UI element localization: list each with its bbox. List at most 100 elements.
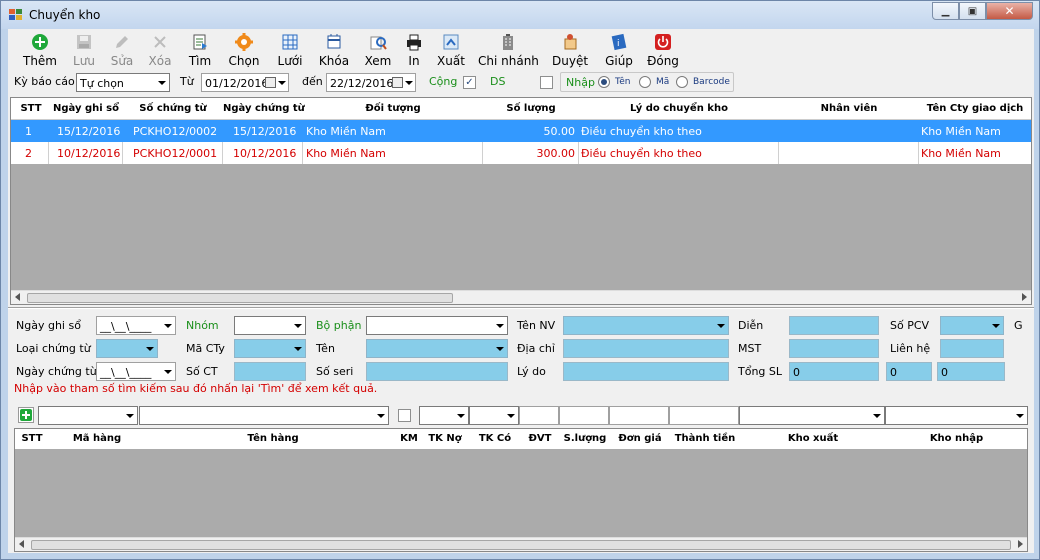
radio-ten[interactable]: [598, 76, 610, 88]
grid-icon: [281, 33, 299, 51]
preview-button[interactable]: Xem: [360, 33, 396, 68]
tk-co-filter[interactable]: [469, 406, 519, 425]
scroll-left-icon[interactable]: [15, 293, 20, 301]
svg-text:i: i: [617, 39, 620, 49]
splitter[interactable]: [8, 307, 1034, 309]
mst-field[interactable]: [789, 339, 879, 358]
export-button[interactable]: Xuất: [434, 33, 468, 68]
scroll-thumb[interactable]: [31, 540, 1011, 550]
cong-label: Cộng: [429, 75, 458, 88]
nhap-checkbox[interactable]: [540, 76, 553, 89]
ten-hang-filter[interactable]: [139, 406, 389, 425]
ma-cty-select[interactable]: [234, 339, 306, 358]
close-form-button[interactable]: Đóng: [646, 33, 680, 68]
calendar-icon[interactable]: [265, 77, 276, 88]
kho-nhap-filter[interactable]: [885, 406, 1028, 425]
horizontal-scrollbar[interactable]: [11, 290, 1031, 304]
find-button[interactable]: Tìm: [184, 33, 216, 68]
add-button[interactable]: Thêm: [22, 33, 58, 68]
power-icon: [654, 33, 672, 51]
grid-header: STT Ngày ghi sổ Số chứng từ Ngày chứng t…: [11, 98, 1031, 120]
delete-button[interactable]: Xóa: [144, 33, 176, 68]
add-icon: [31, 33, 49, 51]
detail-grid-header: STT Mã hàng Tên hàng KM TK Nợ TK Có ĐVT …: [15, 429, 1027, 449]
ten-select[interactable]: [366, 339, 508, 358]
period-label: Kỳ báo cáo: [14, 75, 75, 88]
calendar-icon[interactable]: [392, 77, 403, 88]
dia-chi-field[interactable]: [563, 339, 729, 358]
cong-checkbox[interactable]: ✓: [463, 76, 476, 89]
close-button[interactable]: ✕: [986, 2, 1033, 20]
lock-icon: [325, 33, 343, 51]
don-gia-filter[interactable]: [609, 406, 669, 425]
from-label: Từ: [180, 75, 194, 88]
ma-hang-filter[interactable]: [38, 406, 138, 425]
tong-sl-field-3: 0: [937, 362, 1005, 381]
loai-chung-tu-select[interactable]: [96, 339, 158, 358]
choose-button[interactable]: Chọn: [226, 33, 262, 68]
lien-he-field[interactable]: [940, 339, 1004, 358]
ten-nv-select[interactable]: [563, 316, 729, 335]
bo-phan-select[interactable]: [366, 316, 508, 335]
client-area: Thêm Lưu Sửa Xóa Tìm Chọn Lưới Khóa Xem …: [8, 29, 1034, 553]
grid-button[interactable]: Lưới: [272, 33, 308, 68]
nhom-select[interactable]: [234, 316, 306, 335]
ngay-chung-tu-field[interactable]: __\__\____: [96, 362, 176, 381]
ly-do-field[interactable]: [563, 362, 729, 381]
maximize-button[interactable]: ▣: [959, 2, 986, 20]
ngay-ghi-so-field[interactable]: __\__\____: [96, 316, 176, 335]
gear-icon: [235, 33, 253, 51]
help-button[interactable]: i Giúp: [602, 33, 636, 68]
table-row[interactable]: 2 10/12/2016 PCKHO12/0001 10/12/2016 Kho…: [11, 142, 1031, 164]
scroll-thumb[interactable]: [27, 293, 453, 303]
scroll-right-icon[interactable]: [1022, 293, 1027, 301]
save-icon: [75, 33, 93, 51]
minimize-button[interactable]: ▁: [932, 2, 959, 20]
find-icon: [191, 33, 209, 51]
so-pcv-select[interactable]: [940, 316, 1004, 335]
edit-button[interactable]: Sửa: [106, 33, 138, 68]
window-title: Chuyển kho: [29, 8, 101, 22]
scroll-left-icon[interactable]: [19, 540, 24, 548]
period-select[interactable]: Tự chọn: [76, 73, 170, 92]
preview-icon: [369, 33, 387, 51]
voucher-grid[interactable]: STT Ngày ghi sổ Số chứng từ Ngày chứng t…: [10, 97, 1032, 305]
scroll-right-icon[interactable]: [1018, 540, 1023, 548]
export-icon: [442, 33, 460, 51]
thanh-tien-filter[interactable]: [669, 406, 739, 425]
dvt-filter[interactable]: [519, 406, 559, 425]
printer-icon: [405, 33, 423, 51]
radio-ma[interactable]: [639, 76, 651, 88]
approve-icon: [561, 33, 579, 51]
detail-grid[interactable]: STT Mã hàng Tên hàng KM TK Nợ TK Có ĐVT …: [14, 428, 1028, 552]
print-button[interactable]: In: [402, 33, 426, 68]
dien-field[interactable]: [789, 316, 879, 335]
search-by-group: Nhập Tên Mã Barcode: [560, 72, 734, 92]
ds-label: DS: [490, 75, 506, 88]
so-ct-field[interactable]: [234, 362, 306, 381]
to-date-picker[interactable]: 22/12/2016: [326, 73, 416, 92]
so-seri-field[interactable]: [366, 362, 508, 381]
filter-bar: Kỳ báo cáo Tự chọn Từ 01/12/2016 đến 22/…: [8, 71, 1034, 95]
edit-icon: [113, 33, 131, 51]
from-date-picker[interactable]: 01/12/2016: [201, 73, 289, 92]
help-icon: i: [610, 33, 628, 51]
to-label: đến: [302, 75, 323, 88]
approve-button[interactable]: Duyệt: [552, 33, 588, 68]
kho-xuat-filter[interactable]: [739, 406, 885, 425]
tong-sl-field-1: 0: [789, 362, 879, 381]
add-row-button[interactable]: [18, 407, 34, 423]
save-button[interactable]: Lưu: [68, 33, 100, 68]
sluong-filter[interactable]: [559, 406, 609, 425]
tk-no-filter[interactable]: [419, 406, 469, 425]
detail-horizontal-scrollbar[interactable]: [15, 537, 1027, 551]
branch-button[interactable]: Chi nhánh: [478, 33, 539, 68]
table-row[interactable]: 1 15/12/2016 PCKHO12/0002 15/12/2016 Kho…: [11, 120, 1031, 142]
km-filter-checkbox[interactable]: [398, 409, 411, 422]
lock-button[interactable]: Khóa: [316, 33, 352, 68]
title-bar: Chuyển kho ▁ ▣ ✕: [1, 1, 1039, 29]
add-icon: [20, 409, 32, 421]
radio-barcode[interactable]: [676, 76, 688, 88]
main-window: Chuyển kho ▁ ▣ ✕ Thêm Lưu Sửa Xóa Tìm Ch…: [0, 0, 1040, 560]
tong-sl-field-2: 0: [886, 362, 932, 381]
